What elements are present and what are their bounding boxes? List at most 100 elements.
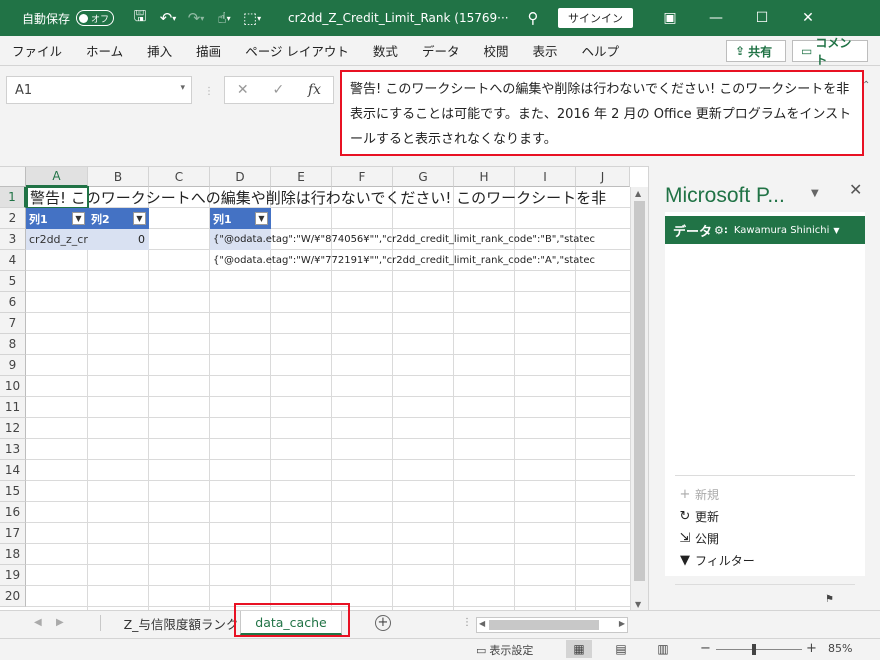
- filter-action[interactable]: ▼ フィルター: [675, 552, 755, 569]
- tab-formulas[interactable]: 数式: [361, 36, 410, 66]
- row-header-8[interactable]: 8: [0, 334, 26, 355]
- insert-function-icon[interactable]: fx: [308, 82, 321, 98]
- filter-dropdown-icon[interactable]: ▼: [255, 212, 268, 225]
- tab-insert[interactable]: 挿入: [135, 36, 184, 66]
- refresh-action[interactable]: ↻ 更新: [675, 508, 719, 525]
- col-header-j[interactable]: J: [576, 167, 630, 187]
- row-header-12[interactable]: 12: [0, 418, 26, 439]
- minimize-icon[interactable]: —: [693, 0, 739, 36]
- collapse-formula-icon[interactable]: ⌃: [862, 80, 870, 91]
- col-header-b[interactable]: B: [88, 167, 149, 187]
- table2-header-col1[interactable]: 列1 ▼: [210, 208, 271, 229]
- row-header-18[interactable]: 18: [0, 544, 26, 565]
- row-header-20[interactable]: 20: [0, 586, 26, 607]
- zoom-in-icon[interactable]: +: [806, 641, 817, 656]
- prev-sheet-icon[interactable]: ◀: [34, 617, 42, 628]
- tab-draw[interactable]: 描画: [184, 36, 233, 66]
- gear-icon[interactable]: ⚙: [714, 224, 724, 237]
- publish-action[interactable]: ⇲ 公開: [675, 530, 719, 547]
- tab-home[interactable]: ホーム: [74, 36, 135, 66]
- cell-b3[interactable]: 0: [88, 229, 149, 250]
- ribbon-display-icon[interactable]: ▣: [647, 0, 693, 36]
- tab-file[interactable]: ファイル: [0, 36, 74, 66]
- row-header-11[interactable]: 11: [0, 397, 26, 418]
- col-header-c[interactable]: C: [149, 167, 210, 187]
- row-header-2[interactable]: 2: [0, 208, 26, 229]
- formula-input[interactable]: 警告! このワークシートへの編集や削除は行わないでください! このワークシートを…: [340, 70, 864, 156]
- save-icon[interactable]: 🖫: [126, 0, 154, 36]
- row-header-16[interactable]: 16: [0, 502, 26, 523]
- search-icon[interactable]: ⚲: [518, 0, 548, 36]
- customize-icon[interactable]: ⬚ ▾: [238, 0, 266, 36]
- table1-header-col1[interactable]: 列1 ▼: [26, 208, 88, 229]
- pane-options-icon[interactable]: ▼: [811, 188, 819, 199]
- row-header-15[interactable]: 15: [0, 481, 26, 502]
- row-header-3[interactable]: 3: [0, 229, 26, 250]
- scroll-thumb[interactable]: [489, 620, 599, 630]
- cell-d4[interactable]: {"@odata.etag":"W/¥"772191¥"","cr2dd_cre…: [210, 250, 630, 271]
- col-header-d[interactable]: D: [210, 167, 271, 187]
- scroll-left-icon[interactable]: ◀: [479, 619, 485, 628]
- close-icon[interactable]: ✕: [785, 0, 831, 36]
- close-icon[interactable]: ✕: [849, 180, 862, 199]
- row-header-13[interactable]: 13: [0, 439, 26, 460]
- display-settings-button[interactable]: ▭ 表示設定: [476, 642, 533, 658]
- row-header-1[interactable]: 1: [0, 187, 26, 208]
- signin-button[interactable]: サインイン: [558, 8, 634, 28]
- row-header-6[interactable]: 6: [0, 292, 26, 313]
- filter-dropdown-icon[interactable]: ▼: [72, 212, 85, 225]
- row-header-19[interactable]: 19: [0, 565, 26, 586]
- user-name[interactable]: Kawamura Shinichi: [734, 225, 830, 236]
- cell-a3[interactable]: cr2dd_z_cr: [26, 229, 88, 250]
- tab-help[interactable]: ヘルプ: [569, 36, 631, 66]
- autosave-toggle[interactable]: オフ: [76, 10, 115, 26]
- scroll-up-icon[interactable]: ▲: [635, 189, 641, 198]
- add-sheet-icon[interactable]: +: [375, 615, 391, 631]
- redo-icon[interactable]: ↷ ▾: [182, 0, 210, 36]
- row-header-14[interactable]: 14: [0, 460, 26, 481]
- select-all-corner[interactable]: [0, 167, 26, 187]
- data-menu-bar[interactable]: データ ⚙ : Kawamura Shinichi ▼: [665, 216, 865, 244]
- name-box[interactable]: A1 ▾: [6, 76, 192, 104]
- comment-button[interactable]: ▭ コメント: [792, 36, 868, 67]
- cancel-icon[interactable]: ✕: [237, 82, 249, 98]
- scroll-right-icon[interactable]: ▶: [619, 619, 625, 628]
- zoom-out-icon[interactable]: −: [700, 641, 711, 656]
- zoom-level[interactable]: 85%: [828, 642, 852, 655]
- row-header-9[interactable]: 9: [0, 355, 26, 376]
- filter-dropdown-icon[interactable]: ▼: [133, 212, 146, 225]
- tab-review[interactable]: 校閲: [471, 36, 520, 66]
- chevron-down-icon[interactable]: ▼: [833, 226, 839, 235]
- tab-data[interactable]: データ: [410, 36, 472, 66]
- col-header-i[interactable]: I: [515, 167, 576, 187]
- enter-icon[interactable]: ✓: [272, 82, 284, 98]
- worksheet-grid[interactable]: A B C D E F G H I J 1 2 3 4 5 6 7 8 9 10 11 12 13 14 1…: [0, 166, 648, 611]
- table1-header-col2[interactable]: 列2 ▼: [88, 208, 149, 229]
- flag-icon[interactable]: ⚑: [825, 594, 834, 605]
- row-header-10[interactable]: 10: [0, 376, 26, 397]
- scroll-down-icon[interactable]: ▼: [635, 600, 641, 609]
- row-header-17[interactable]: 17: [0, 523, 26, 544]
- share-button[interactable]: ⇪ 共有: [726, 40, 786, 62]
- row-header-5[interactable]: 5: [0, 271, 26, 292]
- col-header-g[interactable]: G: [393, 167, 454, 187]
- undo-icon[interactable]: ↶ ▾: [154, 0, 182, 36]
- new-action[interactable]: + 新規: [675, 486, 719, 503]
- page-break-view-icon[interactable]: ▥: [650, 640, 676, 658]
- row-header-7[interactable]: 7: [0, 313, 26, 334]
- zoom-slider-knob[interactable]: [752, 644, 756, 655]
- col-header-a[interactable]: A: [26, 167, 88, 187]
- next-sheet-icon[interactable]: ▶: [56, 617, 64, 628]
- cell-d3[interactable]: {"@odata.etag":"W/¥"874056¥"","cr2dd_cre…: [210, 229, 630, 250]
- col-header-f[interactable]: F: [332, 167, 393, 187]
- touch-mode-icon[interactable]: ☝ ▾: [210, 0, 238, 36]
- col-header-h[interactable]: H: [454, 167, 515, 187]
- horizontal-scrollbar[interactable]: ◀ ▶: [476, 617, 628, 633]
- page-layout-view-icon[interactable]: ▤: [608, 640, 634, 658]
- cell-a1[interactable]: 警告! このワークシートへの編集や削除は行わないでください! このワークシートを…: [27, 187, 630, 208]
- zoom-slider[interactable]: [716, 649, 802, 650]
- scroll-thumb[interactable]: [634, 201, 645, 581]
- chevron-down-icon[interactable]: ▾: [180, 83, 185, 93]
- tab-view[interactable]: 表示: [520, 36, 569, 66]
- col-header-e[interactable]: E: [271, 167, 332, 187]
